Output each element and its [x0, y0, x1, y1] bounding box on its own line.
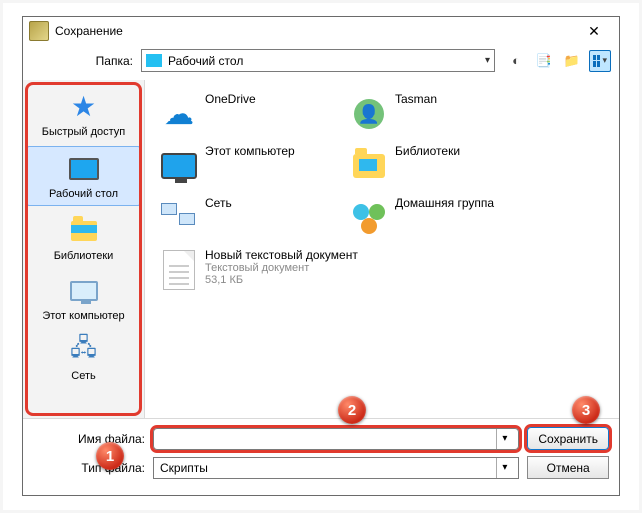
- location-bar: Папка: Рабочий стол ▾ ◐ 📑 📁 ▾: [23, 45, 619, 80]
- chevron-down-icon: ▾: [485, 55, 490, 66]
- save-button[interactable]: Сохранить: [527, 427, 609, 450]
- chevron-down-icon[interactable]: ▾: [496, 458, 512, 478]
- list-item[interactable]: Новый текстовый документ Текстовый докум…: [153, 244, 413, 296]
- place-quick-access[interactable]: ★ Быстрый доступ: [23, 84, 144, 144]
- list-item[interactable]: 👤 Tasman: [343, 88, 533, 140]
- list-item[interactable]: ☁ OneDrive: [153, 88, 343, 140]
- star-icon: ★: [71, 93, 96, 121]
- place-network[interactable]: 🖧 Сеть: [23, 328, 144, 388]
- desktop-icon: [146, 54, 162, 67]
- filename-input[interactable]: ▾: [153, 428, 519, 450]
- user-icon: 👤: [354, 99, 384, 129]
- desktop-icon: [69, 158, 99, 180]
- up-button[interactable]: 📑: [533, 50, 555, 72]
- filetype-combo[interactable]: Скрипты ▾: [153, 457, 519, 479]
- onedrive-icon: ☁: [164, 97, 194, 132]
- new-folder-button[interactable]: 📁: [561, 50, 583, 72]
- save-dialog: Сохранение ✕ Папка: Рабочий стол ▾ ◐ 📑 📁…: [22, 16, 620, 496]
- list-item[interactable]: Библиотеки: [343, 140, 533, 192]
- chevron-down-icon[interactable]: ▾: [496, 429, 512, 449]
- cancel-button[interactable]: Отмена: [527, 456, 609, 479]
- folder-label: Папка:: [31, 54, 141, 68]
- app-icon: [29, 21, 49, 41]
- file-list[interactable]: ☁ OneDrive 👤 Tasman Этот компьютер Библи…: [145, 80, 619, 418]
- titlebar: Сохранение ✕: [23, 17, 619, 45]
- libraries-icon: [353, 154, 385, 178]
- homegroup-icon: [351, 202, 387, 234]
- places-bar: ★ Быстрый доступ Рабочий стол Библиотеки…: [23, 80, 145, 418]
- place-desktop[interactable]: Рабочий стол: [27, 146, 140, 206]
- network-icon: [161, 203, 197, 233]
- libraries-icon: [71, 221, 97, 241]
- document-icon: [163, 250, 195, 290]
- place-this-pc[interactable]: Этот компьютер: [23, 268, 144, 328]
- list-item[interactable]: Этот компьютер: [153, 140, 343, 192]
- current-folder: Рабочий стол: [168, 54, 243, 68]
- window-title: Сохранение: [55, 24, 123, 38]
- filetype-label: Тип файла:: [33, 461, 145, 475]
- back-button[interactable]: ◐: [505, 50, 527, 72]
- pc-icon: [70, 281, 98, 301]
- close-button[interactable]: ✕: [575, 18, 613, 44]
- network-icon: 🖧: [70, 330, 97, 371]
- views-button[interactable]: ▾: [589, 50, 611, 72]
- place-libraries[interactable]: Библиотеки: [23, 208, 144, 268]
- list-item[interactable]: Домашняя группа: [343, 192, 533, 244]
- folder-combo[interactable]: Рабочий стол ▾: [141, 49, 495, 72]
- filename-field[interactable]: [160, 431, 496, 447]
- pc-icon: [161, 153, 197, 179]
- list-item[interactable]: Сеть: [153, 192, 343, 244]
- filename-label: Имя файла:: [33, 432, 145, 446]
